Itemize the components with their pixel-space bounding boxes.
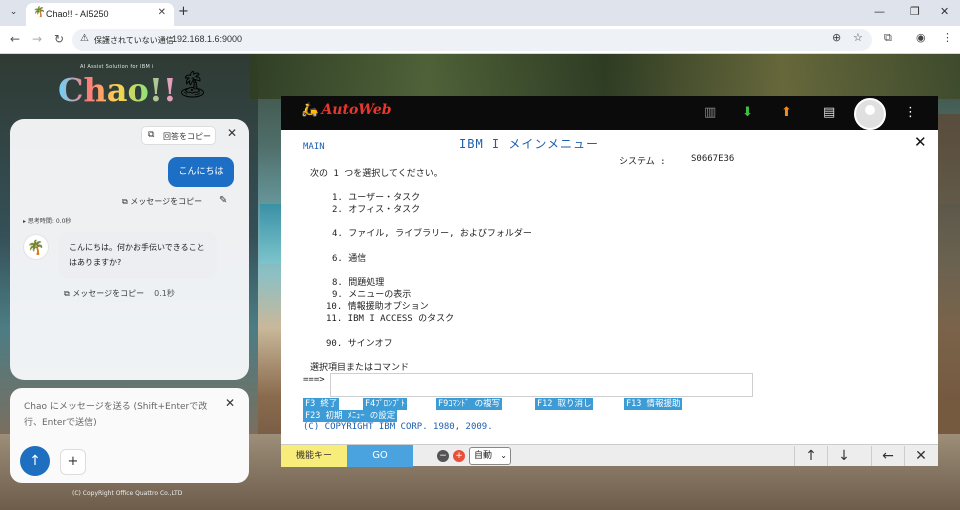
copy-message-button[interactable]: ⧉ メッセージをコピー	[122, 196, 202, 207]
terminal-close-icon[interactable]: ✕	[914, 133, 927, 151]
fkey-f4-prompt[interactable]: F4ﾌﾟﾛﾝﾌﾟﾄ	[363, 398, 407, 410]
menu-option[interactable]: 4. ファイル, ライブラリー, およびフォルダー	[332, 226, 532, 239]
tab-favicon-icon: 🌴	[33, 7, 46, 18]
zoom-icon[interactable]: ⊕	[832, 31, 841, 44]
back-icon[interactable]: ←	[10, 32, 20, 46]
edit-pencil-icon[interactable]: ✎	[219, 195, 227, 206]
zoom-select[interactable]: 自動 ⌄	[469, 447, 511, 465]
browser-toolbar: ← → ↻ ⚠ 保護されていない通信 192.168.1.6:9000 ⊕ ☆ …	[0, 26, 960, 54]
chao-logo: Chao!!	[58, 71, 177, 109]
screen-title: IBM I メインメニュー	[459, 137, 599, 151]
chao-tagline: AI Assist Solution for IBM i	[80, 64, 154, 70]
zoom-in-icon[interactable]: +	[453, 450, 465, 462]
user-message-bubble: こんにちは	[168, 157, 234, 187]
reload-icon[interactable]: ↻	[54, 32, 64, 46]
minimize-icon[interactable]: —	[874, 5, 885, 18]
profile-icon[interactable]: ◉	[916, 31, 926, 44]
autoweb-logo: 🛵 AutoWeb	[301, 102, 392, 118]
command-label: 選択項目またはコマンド	[310, 363, 410, 373]
arrow-down-icon[interactable]: ↓	[827, 446, 860, 466]
new-tab-icon[interactable]: +	[178, 4, 189, 19]
upload-icon[interactable]: ⬆	[781, 105, 792, 120]
autoweb-header: 🛵 AutoWeb ▥ ⬇ ⬆ ▤ ⋮	[281, 96, 938, 130]
go-button[interactable]: GO	[347, 445, 413, 467]
forward-icon[interactable]: →	[32, 32, 42, 46]
copy-bot-message-button[interactable]: ⧉ メッセージをコピー 0.1秒	[64, 288, 175, 299]
chat-input-panel: Chao にメッセージを送る (Shift+Enterで改行、Enterで送信)…	[10, 388, 249, 483]
bookmark-star-icon[interactable]: ☆	[853, 31, 863, 44]
menu-id: MAIN	[303, 142, 325, 152]
menu-option[interactable]: 2. オフィス・タスク	[332, 202, 420, 215]
menu-option[interactable]: 11. IBM I ACCESS のタスク	[326, 311, 454, 324]
tab-title: Chao!! - AI5250	[46, 9, 109, 19]
tab-close-icon[interactable]: ✕	[158, 7, 166, 18]
zoom-value: 自動	[474, 451, 493, 461]
thinking-time-toggle[interactable]: ▸ 思考時間: 0.0秒	[23, 216, 71, 225]
fkey-f12-cancel[interactable]: F12 取り消し	[535, 398, 594, 410]
command-input[interactable]	[330, 373, 753, 397]
function-keys-button[interactable]: 機能キー	[281, 445, 347, 467]
not-secure-icon[interactable]: ⚠	[80, 33, 89, 44]
menu-option[interactable]: 90. サインオフ	[326, 336, 393, 349]
window-close-icon[interactable]: ✕	[940, 5, 949, 18]
chevron-down-icon: ⌄	[500, 451, 507, 460]
command-prompt: ===>	[303, 375, 325, 385]
bot-message-bubble: こんにちは。何かお手伝いできることはありますか?	[59, 232, 217, 279]
copy-answer-button[interactable]: ⧉ 回答をコピー	[141, 126, 216, 145]
response-time: 0.1秒	[154, 289, 175, 298]
arrow-up-icon[interactable]: ↑	[794, 446, 827, 466]
system-label: システム :	[619, 157, 666, 167]
input-close-icon[interactable]: ✕	[225, 396, 235, 410]
palm-leaves	[250, 54, 960, 99]
browser-menu-icon[interactable]: ⋮	[942, 31, 953, 44]
instruction-text: 次の 1 つを選択してください。	[310, 169, 443, 179]
fkey-f9-retrieve[interactable]: F9ｺﾏﾝﾄﾞ の複写	[436, 398, 503, 410]
copy-message-label: メッセージをコピー	[130, 197, 203, 206]
close-x-icon[interactable]: ✕	[904, 446, 937, 466]
chat-input[interactable]: Chao にメッセージを送る (Shift+Enterで改行、Enterで送信)	[24, 399, 214, 431]
download-icon[interactable]: ⬇	[742, 105, 753, 120]
system-name: S0667E36	[691, 154, 735, 164]
ibm-copyright: (C) COPYRIGHT IBM CORP. 1980, 2009.	[303, 422, 493, 432]
copy-icon: ⧉	[148, 130, 155, 140]
autoweb-footer: 機能キー GO − + 自動 ⌄ ↑ ↓ ← ✕	[281, 444, 938, 467]
user-avatar[interactable]	[854, 98, 886, 130]
tab-search-icon[interactable]: ⌄	[6, 5, 21, 20]
fkey-f3-exit[interactable]: F3 終了	[303, 398, 340, 410]
url-text[interactable]: 192.168.1.6:9000	[172, 34, 242, 44]
chao-copyright: (C) CopyRight Office Quattro Co.,LTD	[72, 490, 183, 497]
arrow-left-icon[interactable]: ←	[871, 446, 904, 466]
chat-panel: ⧉ 回答をコピー ✕ こんにちは ⧉ メッセージをコピー ✎ ▸ 思考時間: 0…	[10, 119, 249, 380]
send-button[interactable]: ↑	[20, 446, 50, 476]
browser-tab-active[interactable]: 🌴 Chao!! - AI5250 ✕	[26, 3, 174, 26]
scooter-icon: 🛵	[301, 102, 319, 118]
terminal-screen: ✕ MAIN IBM I メインメニュー システム : S0667E36 次の …	[281, 130, 938, 444]
copy-message-label-2: メッセージをコピー	[72, 289, 145, 298]
palm-tree-icon: 🏝	[176, 70, 210, 100]
fkey-f23-set-initial-menu[interactable]: F23 初期 ﾒﾆｭｰ の設定	[303, 410, 398, 422]
keyboard-icon[interactable]: ▥	[704, 105, 716, 120]
browser-tabstrip: ⌄ 🌴 Chao!! - AI5250 ✕ + — ❐ ✕	[0, 0, 960, 26]
attach-plus-button[interactable]: +	[60, 449, 86, 475]
security-label[interactable]: 保護されていない通信	[94, 35, 174, 46]
bot-avatar: 🌴	[23, 234, 49, 260]
more-vert-icon[interactable]: ⋮	[904, 105, 917, 120]
chat-icon[interactable]: ▤	[823, 105, 835, 120]
copy-answer-label: 回答をコピー	[163, 132, 211, 141]
extensions-icon[interactable]: ⧉	[884, 31, 892, 45]
menu-option[interactable]: 6. 通信	[332, 251, 366, 264]
zoom-out-icon[interactable]: −	[437, 450, 449, 462]
autoweb-logo-text: AutoWeb	[321, 102, 392, 118]
restore-icon[interactable]: ❐	[910, 5, 920, 18]
fkey-f13-help[interactable]: F13 情報援助	[624, 398, 683, 410]
address-bar[interactable]: ⚠ 保護されていない通信 192.168.1.6:9000	[72, 29, 872, 51]
chat-close-icon[interactable]: ✕	[227, 126, 237, 140]
